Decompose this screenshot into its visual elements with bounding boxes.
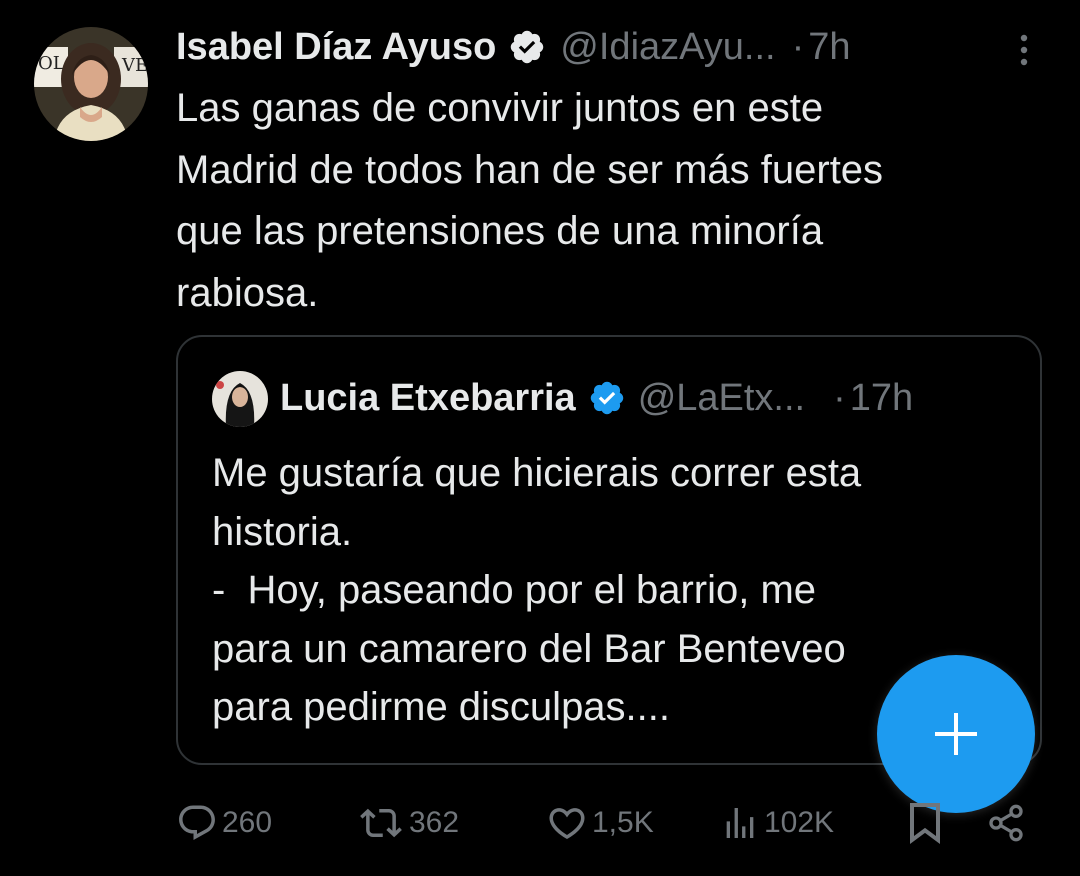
views-button[interactable]: 102K [720,796,834,850]
like-button[interactable]: 1,5K [546,796,654,850]
like-count: 1,5K [592,806,654,839]
heart-icon [549,808,585,840]
retweet-count: 362 [409,806,460,839]
reply-icon [179,805,215,840]
quoted-text-line: historia. [212,509,353,554]
author-name[interactable]: Isabel Díaz Ayuso [176,26,496,69]
tweet-actions-bar: 260 362 1,5K 102K [0,796,1080,850]
quoted-tweet-header: Lucia Etxebarria @LaEtx... · 17h [280,373,913,423]
plus-icon [935,713,977,755]
views-icon [726,808,754,838]
verified-badge-icon[interactable] [588,379,626,417]
views-count: 102K [764,806,835,839]
retweet-icon [360,808,402,838]
more-vertical-icon[interactable] [1012,32,1036,68]
quoted-author-avatar[interactable] [212,371,268,427]
share-button[interactable] [986,796,1026,850]
quoted-author-handle[interactable]: @LaEtx... [638,377,805,420]
tweet-time[interactable]: 7h [808,26,850,69]
share-icon [989,804,1023,842]
tweet-text-line: que las pretensiones de una minoría [176,209,824,253]
svg-text:VE: VE [121,55,148,76]
tweet-text-line: rabiosa. [176,270,319,315]
quoted-author-name[interactable]: Lucia Etxebarria [280,377,576,420]
separator-dot: · [833,376,846,419]
verified-badge-icon[interactable] [508,28,546,66]
quoted-text-line: para un camarero del Bar Benteveo [212,626,846,671]
quoted-tweet-time[interactable]: 17h [850,377,913,420]
bookmark-icon [910,803,940,844]
tweet-text: Las ganas de convivir juntos en este Mad… [176,78,1036,324]
compose-button[interactable] [877,655,1035,813]
author-avatar[interactable]: OL VE [34,27,148,141]
svg-text:OL: OL [38,53,65,74]
bookmark-button[interactable] [908,796,942,850]
separator-dot: · [791,25,805,68]
reply-count: 260 [222,806,273,839]
tweet-text-line: Las ganas de convivir juntos en este [176,86,824,130]
author-handle[interactable]: @IdiazAyu... [560,26,775,69]
retweet-button[interactable]: 362 [357,796,459,850]
quoted-text-line: Me gustaría que hicierais correr esta [212,451,862,495]
tweet-header: Isabel Díaz Ayuso @IdiazAyu... · 7h [176,22,851,72]
quoted-text-line: - Hoy, paseando por el barrio, me [212,568,817,612]
reply-button[interactable]: 260 [176,796,272,850]
tweet-text-line: Madrid de todos han de ser más fuertes [176,147,884,192]
